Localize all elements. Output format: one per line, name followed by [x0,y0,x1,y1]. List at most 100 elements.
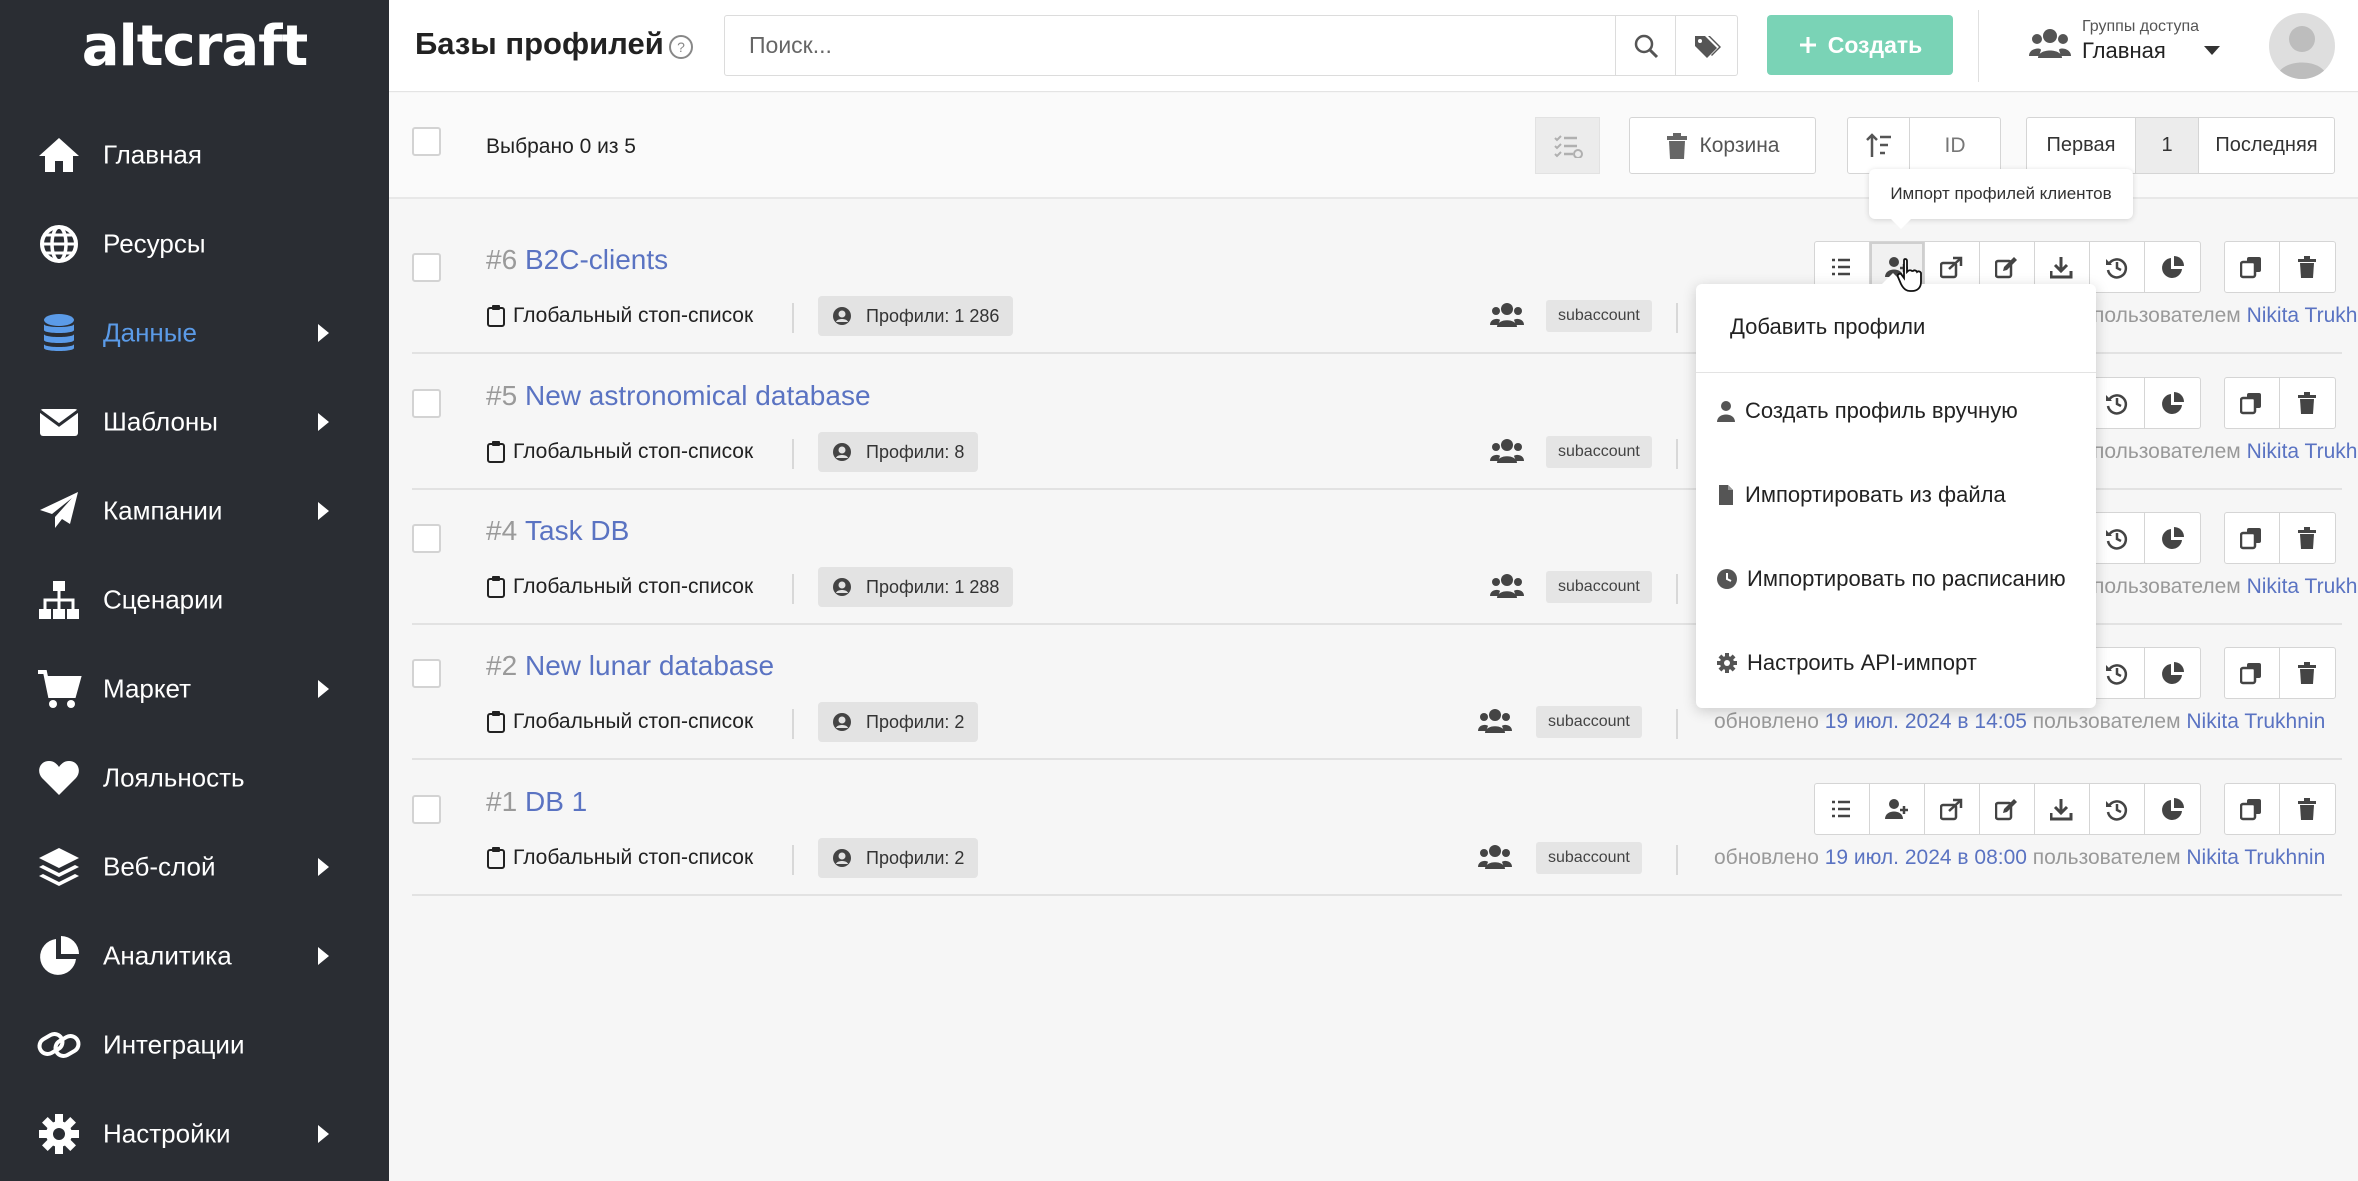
gear-icon [1717,653,1737,673]
statistics-button[interactable] [2145,242,2200,292]
database-id: #1 [486,786,518,817]
row-checkbox[interactable] [412,795,441,824]
database-name-link[interactable]: B2C-clients [525,244,668,276]
divider [792,574,794,604]
user-icon [1717,401,1735,422]
profiles-count-badge[interactable]: Профили: 2 [818,702,979,742]
create-button[interactable]: Создать [1767,15,1953,75]
create-profile-manually-item[interactable]: Создать профиль вручную [1716,398,2018,424]
sidebar-item-templates[interactable]: Шаблоны [0,377,389,466]
row-checkbox[interactable] [412,659,441,688]
chevron-down-icon[interactable] [2204,46,2220,55]
profiles-count-badge[interactable]: Профили: 8 [818,432,979,472]
delete-button[interactable] [2280,648,2335,698]
user-circle-icon [833,849,851,867]
search-input[interactable] [725,16,1615,75]
user-link[interactable]: Nikita Trukhnin [2247,575,2358,598]
sidebar-item-loyalty[interactable]: Лояльность [0,733,389,822]
delete-button[interactable] [2280,784,2335,834]
divider [792,845,794,875]
sidebar-item-weblayer[interactable]: Веб-слой [0,822,389,911]
sidebar-item-data[interactable]: Данные [0,288,389,377]
altcraft-logo[interactable]: altcraft [0,0,389,92]
pie-chart-icon [2161,797,2184,820]
row-checkbox[interactable] [412,524,441,553]
copy-button[interactable] [2225,378,2280,428]
copy-icon [2240,256,2261,278]
database-name-link[interactable]: New astronomical database [525,380,871,412]
sidebar-item-resources[interactable]: Ресурсы [0,199,389,288]
user-link[interactable]: Nikita Trukhnin [2186,846,2325,869]
bulk-actions-button[interactable] [1535,117,1600,174]
page-number-button[interactable]: 1 [2135,117,2199,174]
user-link[interactable]: Nikita Trukhnin [2247,440,2358,463]
profiles-count-badge[interactable]: Профили: 1 288 [818,567,1014,607]
sidebar-item-settings[interactable]: Настройки [0,1089,389,1178]
page-header: Базы профилей ? Создать Группы доступа Г… [389,0,2358,92]
tags-button[interactable] [1675,15,1738,76]
row-checkbox[interactable] [412,253,441,282]
sidebar: altcraft Главная Ресурсы Данные Шаблоны … [0,0,389,1181]
history-button[interactable] [2090,784,2145,834]
sort-field-button[interactable]: ID [1909,117,2001,174]
add-user-icon [1885,798,1908,819]
row-actions-secondary [2224,241,2336,293]
add-profiles-button[interactable] [1870,784,1925,834]
statistics-button[interactable] [2145,648,2200,698]
row-actions-secondary [2224,512,2336,564]
database-name-link[interactable]: New lunar database [525,650,774,682]
copy-button[interactable] [2225,513,2280,563]
fields-button[interactable] [1815,784,1870,834]
statistics-button[interactable] [2145,513,2200,563]
user-link[interactable]: Nikita Trukhnin [2247,304,2358,327]
dropdown-item-label: Создать профиль вручную [1745,398,2018,423]
access-groups-select[interactable]: Главная [2082,38,2166,64]
sort-direction-button[interactable] [1847,117,1910,174]
sidebar-item-market[interactable]: Маркет [0,644,389,733]
help-icon[interactable]: ? [668,34,694,60]
import-from-file-item[interactable]: Импортировать из файла [1716,482,2006,508]
download-button[interactable] [2035,784,2090,834]
history-button[interactable] [2090,242,2145,292]
pie-chart-icon [2161,661,2184,684]
row-checkbox[interactable] [412,389,441,418]
avatar[interactable] [2269,13,2335,79]
trash-button[interactable]: Корзина [1629,117,1816,174]
dropdown-item-label: Импортировать по расписанию [1747,566,2066,591]
edit-button[interactable] [1980,784,2035,834]
subaccount-badge: subaccount [1546,436,1652,468]
database-name-link[interactable]: DB 1 [525,786,587,818]
history-button[interactable] [2090,648,2145,698]
delete-button[interactable] [2280,378,2335,428]
updated-prefix: обновлено [1714,710,1819,733]
select-all-checkbox[interactable] [412,127,441,156]
sidebar-item-campaigns[interactable]: Кампании [0,466,389,555]
updated-info: пользователем Nikita Trukhnin [2093,440,2358,464]
user-link[interactable]: Nikita Trukhnin [2186,710,2325,733]
sidebar-item-home[interactable]: Главная [0,110,389,199]
first-page-button[interactable]: Первая [2026,117,2136,174]
last-page-button[interactable]: Последняя [2198,117,2335,174]
search-button[interactable] [1615,15,1676,76]
sidebar-item-scenarios[interactable]: Сценарии [0,555,389,644]
copy-button[interactable] [2225,242,2280,292]
history-button[interactable] [2090,513,2145,563]
sidebar-item-label: Настройки [103,1118,231,1148]
import-scheduled-item[interactable]: Импортировать по расписанию [1716,566,2066,592]
copy-button[interactable] [2225,784,2280,834]
profiles-count-badge[interactable]: Профили: 2 [818,838,979,878]
delete-button[interactable] [2280,513,2335,563]
configure-api-import-item[interactable]: Настроить API-импорт [1716,650,1977,676]
delete-button[interactable] [2280,242,2335,292]
database-name-link[interactable]: Task DB [525,515,629,547]
sort-icon [1865,132,1891,157]
copy-button[interactable] [2225,648,2280,698]
profiles-count-badge[interactable]: Профили: 1 286 [818,296,1014,336]
statistics-button[interactable] [2145,784,2200,834]
sidebar-item-integrations[interactable]: Интеграции [0,1000,389,1089]
sidebar-item-analytics[interactable]: Аналитика [0,911,389,1000]
export-button[interactable] [1925,784,1980,834]
profiles-count: Профили: 2 [866,711,965,732]
history-button[interactable] [2090,378,2145,428]
statistics-button[interactable] [2145,378,2200,428]
